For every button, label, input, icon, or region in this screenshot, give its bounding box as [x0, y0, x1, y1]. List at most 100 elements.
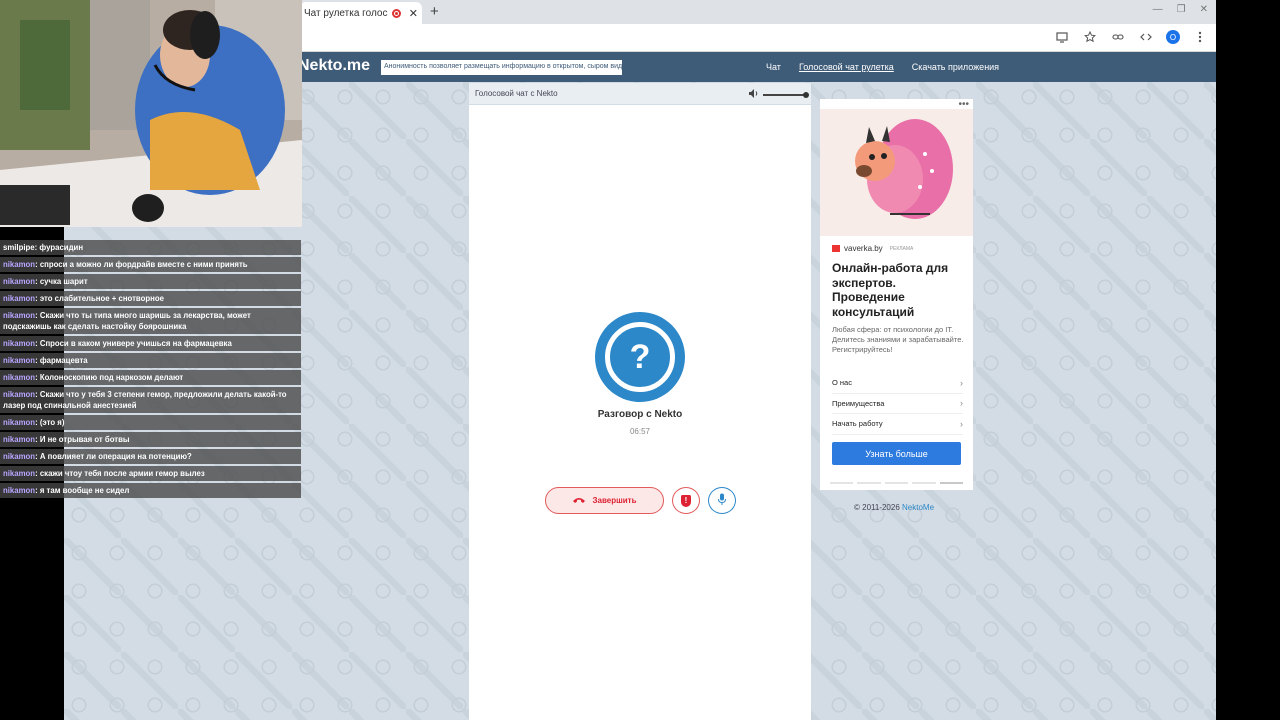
chat-message: nikamon: фармацевта — [0, 353, 301, 368]
ad-carousel-indicator — [830, 482, 964, 484]
chat-username: nikamon — [3, 294, 36, 303]
window-close-button[interactable]: ✕ — [1200, 4, 1208, 15]
chevron-right-icon: › — [960, 377, 963, 388]
volume-thumb[interactable] — [803, 91, 809, 98]
ad-title[interactable]: Онлайн-работа для экспертов. Проведение … — [832, 261, 964, 319]
ad-description: Любая сфера: от психологии до IT. Делите… — [832, 325, 964, 354]
copyright: © 2011-2026 NektoMe — [854, 503, 934, 512]
ad-link-label: О нас — [832, 378, 852, 388]
microphone-icon — [717, 493, 727, 509]
chat-username: nikamon — [3, 486, 36, 495]
conversation-title: Разговор с Nekto — [597, 409, 683, 420]
chat-message: nikamon: это слабительное + снотворное — [0, 291, 301, 306]
nav-voice-chat[interactable]: Голосовой чат рулетка — [799, 62, 894, 72]
chat-text: : фурасидин — [34, 243, 84, 252]
chat-username: nikamon — [3, 356, 36, 365]
cast-icon[interactable] — [1054, 29, 1070, 45]
copyright-text: © 2011-2026 — [854, 503, 900, 512]
close-tab-icon[interactable]: ✕ — [409, 7, 418, 20]
chat-username: nikamon — [3, 469, 36, 478]
chat-text: : Колоноскопию под наркозом делают — [35, 373, 184, 382]
chat-text: : я там вообще не сидел — [35, 486, 130, 495]
ad-link-label: Преимущества — [832, 398, 885, 408]
advertisement[interactable]: ••• vaverka.by РЕКЛАМА Онлайн-работа для… — [820, 99, 973, 490]
chat-text: : Скажи что ты типа много шаришь за лека… — [3, 311, 251, 331]
ad-link-advantages[interactable]: Преимущества › — [832, 394, 963, 414]
bookmark-star-icon[interactable] — [1082, 29, 1098, 45]
microphone-button[interactable] — [708, 487, 736, 514]
chat-text: : фармацевта — [35, 356, 88, 365]
chat-username: nikamon — [3, 390, 36, 399]
chat-text: : Спроси в каком универе учишься на фарм… — [35, 339, 232, 348]
more-menu-icon[interactable] — [1192, 29, 1208, 45]
tab-title: Чат рулетка голосов — [304, 7, 388, 19]
window-controls: — ❐ ✕ — [1153, 4, 1208, 15]
squirrel-illustration — [820, 109, 973, 236]
maximize-button[interactable]: ❐ — [1177, 4, 1186, 15]
nav-download-apps[interactable]: Скачать приложения — [912, 62, 999, 72]
ad-cta-button[interactable]: Узнать больше — [832, 442, 961, 465]
chat-message: nikamon: (это я) — [0, 415, 301, 430]
nav-chat[interactable]: Чат — [766, 62, 781, 72]
ad-link-about[interactable]: О нас › — [832, 373, 963, 394]
link-icon[interactable] — [1110, 29, 1126, 45]
ad-link-start[interactable]: Начать работу › — [832, 414, 963, 435]
chat-text: : скажи чтоу тебя после армии гемор выле… — [35, 469, 205, 478]
tab-active[interactable]: Чат рулетка голосов ✕ — [300, 2, 422, 24]
chat-message: nikamon: А повлияет ли операция на потен… — [0, 449, 301, 464]
chat-text: : (это я) — [35, 418, 65, 427]
end-call-label: Завершить — [592, 496, 637, 505]
shield-alert-icon: ! — [681, 494, 691, 507]
chat-text: : это слабительное + снотворное — [35, 294, 164, 303]
chevron-right-icon: › — [960, 418, 963, 429]
recording-icon — [391, 8, 401, 18]
chat-username: nikamon — [3, 373, 36, 382]
ad-label: РЕКЛАМА — [889, 245, 914, 252]
chat-username: nikamon — [3, 339, 36, 348]
site-logo[interactable]: Nekto.me — [298, 57, 370, 75]
chat-message: nikamon: Колоноскопию под наркозом делаю… — [0, 370, 301, 385]
chat-message: smilpipe: фурасидин — [0, 240, 301, 255]
conversation-timer: 06:57 — [629, 427, 651, 436]
partner-avatar: ? — [595, 312, 685, 402]
screen: Чат рулетка голосов ✕ + — ❐ ✕ — [0, 0, 1280, 720]
profile-avatar[interactable]: O — [1166, 30, 1180, 44]
copyright-link[interactable]: NektoMe — [902, 503, 934, 512]
chat-username: nikamon — [3, 260, 36, 269]
webcam-overlay — [0, 0, 302, 227]
chat-text: : сучка шарит — [35, 277, 88, 286]
chat-message: nikamon: сучка шарит — [0, 274, 301, 289]
chat-username: nikamon — [3, 311, 36, 320]
ad-link-label: Начать работу — [832, 419, 883, 429]
voice-chat-panel: Голосовой чат с Nekto ? Разговор с Nekto… — [469, 83, 811, 720]
chat-message: nikamon: я там вообще не сидел — [0, 483, 301, 498]
hangup-phone-icon — [572, 496, 586, 506]
chat-message: nikamon: Скажи что у тебя 3 степени гемо… — [0, 387, 301, 413]
speaker-icon[interactable] — [749, 89, 759, 100]
panel-header: Голосовой чат с Nekto — [469, 83, 811, 105]
chat-message: nikamon: спроси а можно ли фордрайв вмес… — [0, 257, 301, 272]
chat-text: : И не отрывая от ботвы — [35, 435, 130, 444]
chat-username: nikamon — [3, 277, 36, 286]
chat-text: : Скажи что у тебя 3 степени гемор, пред… — [3, 390, 287, 410]
new-tab-button[interactable]: + — [430, 3, 439, 20]
chat-username: nikamon — [3, 435, 36, 444]
report-button[interactable]: ! — [672, 487, 700, 514]
volume-slider[interactable] — [763, 91, 809, 98]
chat-message: nikamon: Скажи что ты типа много шаришь … — [0, 308, 301, 334]
question-icon: ? — [605, 322, 675, 392]
flag-icon — [832, 245, 840, 252]
volume-control[interactable] — [749, 89, 809, 100]
panel-title: Голосовой чат с Nekto — [475, 89, 558, 98]
ad-source[interactable]: vaverka.by РЕКЛАМА — [832, 244, 913, 253]
site-nav: Чат Голосовой чат рулетка Скачать прилож… — [766, 62, 999, 72]
chat-username: nikamon — [3, 418, 36, 427]
minimize-button[interactable]: — — [1153, 4, 1163, 15]
chat-text: : А повлияет ли операция на потенцию? — [35, 452, 192, 461]
anonymity-note: Анонимность позволяет размещать информац… — [381, 60, 622, 75]
chat-message: nikamon: Спроси в каком универе учишься … — [0, 336, 301, 351]
code-icon[interactable] — [1138, 29, 1154, 45]
chat-username: nikamon — [3, 452, 36, 461]
chat-username: smilpipe — [3, 243, 35, 252]
end-call-button[interactable]: Завершить — [545, 487, 664, 514]
